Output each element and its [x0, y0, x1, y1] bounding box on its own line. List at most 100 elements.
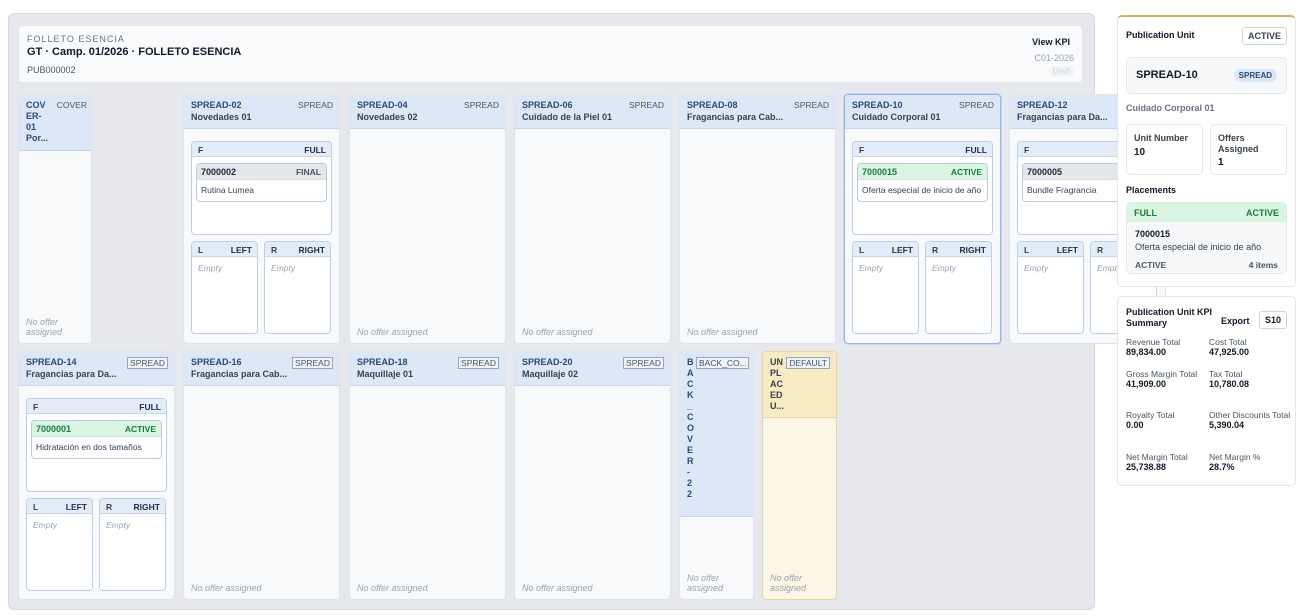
slot-right[interactable]: R RIGHTEmpty: [264, 241, 331, 334]
slot-letter: R: [106, 502, 113, 512]
unit-column[interactable]: SPREAD-10 SPREAD Cuidado Corporal 01 F FULL 7…: [844, 94, 1001, 344]
kpi-item: Royalty Total 0.00: [1126, 410, 1210, 431]
slot-type: RIGHT: [133, 502, 160, 512]
unit-header: UN PL AC ED U... DEFAULT: [763, 352, 836, 418]
unit-name: Fragancias para Cab...: [687, 112, 784, 122]
unit-header: SPREAD-10 SPREAD Cuidado Corporal 01: [845, 95, 1000, 129]
slot-type: LEFT: [1056, 245, 1078, 255]
slot-full[interactable]: F FULL 7000001 ACTIVE Hidratación en dos tam…: [26, 398, 167, 492]
offer-description: Rutina Lumea: [201, 185, 254, 195]
slot-left[interactable]: L LEFT Empty: [1017, 241, 1084, 334]
unit-type-tag: BACK_CO...: [696, 357, 749, 369]
slot-letter: R: [932, 245, 939, 255]
slot-left[interactable]: L LEFT Empty: [26, 498, 93, 591]
slot-header: F FULL: [853, 142, 992, 157]
slot-header: R RIGHT: [265, 242, 330, 257]
kpi-value: 0.00: [1126, 420, 1144, 430]
no-offer-text: No offer assigned: [522, 583, 593, 593]
unit-column[interactable]: SPREAD-04 SPREAD Novedades 02 No offer assi…: [349, 94, 506, 344]
slot-type: FULL: [304, 145, 326, 155]
publication-code: PUB000002: [27, 65, 76, 75]
unit-header: SPREAD-06 SPREAD Cuidado de la Piel 01: [515, 95, 670, 129]
offer-card[interactable]: 7000001 ACTIVE Hidratación en dos tamaños: [31, 420, 162, 459]
unit-header: SPREAD-16 SPREAD Fragancias para Cab...: [184, 352, 339, 386]
unit-type-tag: SPREAD: [127, 357, 168, 369]
unit-number-value: 10: [1134, 147, 1146, 158]
unit-type-tag: SPREAD: [629, 100, 664, 110]
campaign-code: C01-2026: [1034, 53, 1074, 63]
unit-column[interactable]: SPREAD-16 SPREAD Fragancias para Cab... No …: [183, 351, 340, 600]
slot-header: R RIGHT: [926, 242, 991, 257]
unit-code: UN PL AC ED U...: [770, 357, 785, 411]
kpi-label: Tax Total: [1209, 369, 1243, 379]
unit-column[interactable]: B A C K _ C O V E R - 2 2 BACK_CO... No of…: [679, 351, 754, 600]
unit-type-tag: SPREAD: [464, 100, 499, 110]
unit-name: Novedades 01: [191, 112, 252, 122]
slot-type: RIGHT: [298, 245, 325, 255]
unit-type-tag: SPREAD: [458, 357, 499, 369]
publication-board: FOLLETO ESENCIA GT · Camp. 01/2026 · FOL…: [8, 13, 1166, 610]
unit-name: Cuidado de la Piel 01: [522, 112, 613, 122]
kpi-value: 5,390.04: [1209, 420, 1245, 430]
slot-letter: L: [859, 245, 865, 255]
placement-items-count: 4 items: [1248, 260, 1278, 270]
kpi-label: Other Discounts Total: [1209, 410, 1291, 420]
offer-card[interactable]: 7000015 ACTIVE Oferta especial de inicio d…: [857, 163, 988, 202]
unit-column[interactable]: SPREAD-02 SPREAD Novedades 01 F FULL 7000002 F…: [183, 94, 340, 344]
offers-assigned-value: 1: [1218, 157, 1224, 168]
export-select[interactable]: S10: [1258, 311, 1287, 329]
unit-column[interactable]: SPREAD-20 SPREAD Maquillaje 02 No offer ass…: [514, 351, 671, 600]
kpi-label: Gross Margin Total: [1126, 369, 1198, 379]
placement-status: ACTIVE: [1245, 208, 1279, 218]
kpi-value: 41,909.00: [1126, 379, 1167, 389]
offer-status-badge: ACTIVE: [950, 167, 982, 177]
slot-full[interactable]: F FULL 7000015 ACTIVE Oferta especial de ini…: [852, 141, 993, 235]
unit-name: Cuidado Corporal 01: [852, 112, 941, 122]
unit-header: SPREAD-04 SPREAD Novedades 02: [350, 95, 505, 129]
kpi-item: Net Margin Total 25,738.88: [1126, 452, 1210, 473]
slot-full[interactable]: F FULL 7000002 FINAL Rutina Lumea: [191, 141, 332, 235]
slot-type: FULL: [965, 145, 987, 155]
offer-card[interactable]: 7000002 FINAL Rutina Lumea: [196, 163, 327, 202]
unit-name: Maquillaje 01: [357, 369, 414, 379]
slot-left[interactable]: L LEFT Empty: [852, 241, 919, 334]
unit-type-tag: SPREAD: [959, 100, 994, 110]
unit-column[interactable]: SPREAD-06 SPREAD Cuidado de la Piel 01 No o…: [514, 94, 671, 344]
no-offer-text: No offer assigned: [522, 327, 593, 337]
kpi-item: Tax Total 10,780.08: [1209, 369, 1293, 390]
publication-subtitle: FOLLETO ESENCIA: [27, 34, 125, 44]
kpi-value: 10,780.08: [1209, 379, 1250, 389]
slot-left[interactable]: L LEFT Empty: [191, 241, 258, 334]
no-offer-text: No offer assigned: [770, 573, 807, 593]
slot-empty-text: Empty: [33, 520, 58, 530]
status-dropdown[interactable]: ACTIVE: [1241, 27, 1287, 45]
unit-code: SPREAD-02: [191, 100, 242, 110]
kpi-title: Publication Unit KPI Summary: [1126, 307, 1213, 328]
unit-code: SPREAD-18: [357, 357, 408, 367]
placement-offer-desc: Oferta especial de inicio de año: [1135, 242, 1262, 252]
unit-column[interactable]: SPREAD-18 SPREAD Maquillaje 01 No offer ass…: [349, 351, 506, 600]
unit-column[interactable]: COV ER- 01 Por... COVER No offer assigned: [18, 94, 92, 344]
unit-type-tag: DEFAULT: [786, 357, 830, 369]
placement-header: FULL ACTIVE: [1127, 203, 1286, 222]
slot-right[interactable]: R RIGHTEmpty: [99, 498, 166, 591]
no-offer-text: No offer assigned: [357, 583, 428, 593]
view-kpi-link[interactable]: View KPI: [1032, 37, 1070, 47]
unit-column[interactable]: UN PL AC ED U... DEFAULT No offer assigned: [762, 351, 837, 600]
unit-column[interactable]: SPREAD-14 SPREAD Fragancias para Da... F FUL…: [18, 351, 175, 600]
kpi-label: Net Margin %: [1209, 452, 1261, 462]
placement-card[interactable]: FULL ACTIVE 7000015 Oferta especial de i…: [1126, 202, 1287, 274]
slot-header: L LEFT: [192, 242, 257, 257]
unit-header: SPREAD-14 SPREAD Fragancias para Da...: [19, 352, 174, 386]
unit-header: COV ER- 01 Por... COVER: [19, 95, 91, 151]
slot-right[interactable]: R RIGHTEmpty: [925, 241, 992, 334]
unit-code: SPREAD-10: [852, 100, 903, 110]
page-title: GT · Camp. 01/2026 · FOLLETO ESENCIA: [27, 46, 242, 58]
slot-letter: F: [198, 145, 204, 155]
unit-code: SPREAD-14: [26, 357, 77, 367]
export-label: Export: [1221, 316, 1250, 326]
kpi-value: 28.7%: [1209, 462, 1235, 472]
no-offer-text: No offer assigned: [191, 583, 262, 593]
panel-title: Publication Unit: [1126, 30, 1195, 40]
unit-column[interactable]: SPREAD-08 SPREAD Fragancias para Cab... No …: [679, 94, 836, 344]
